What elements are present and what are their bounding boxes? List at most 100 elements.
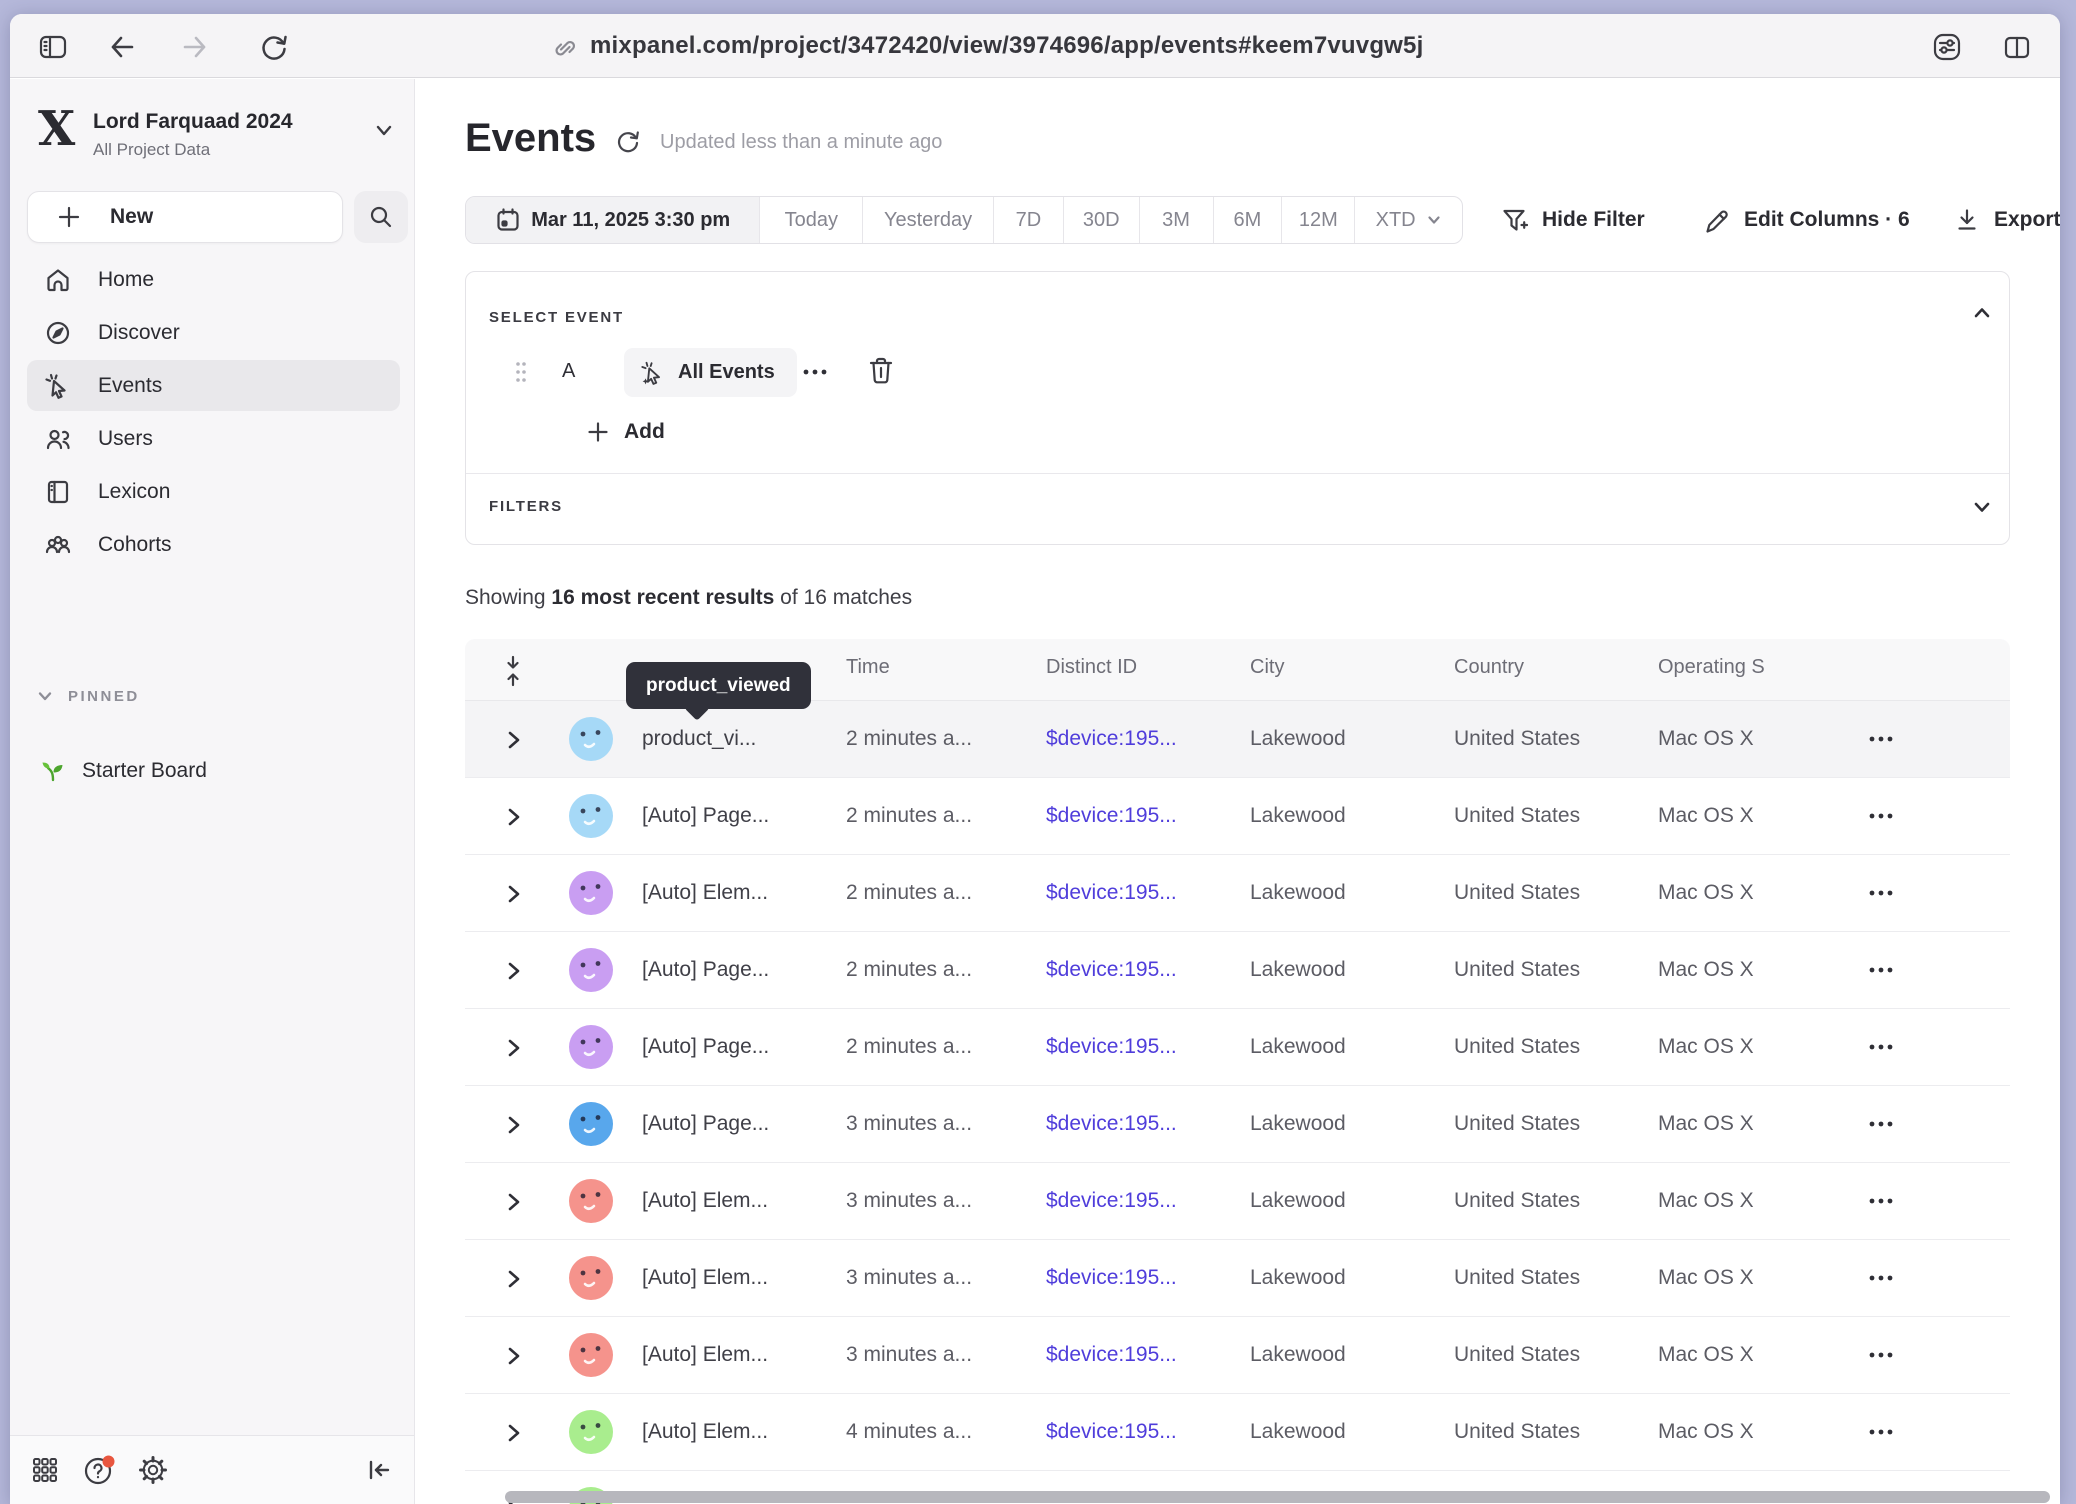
range-today[interactable]: Today: [760, 197, 863, 243]
expand-row-chevron-icon[interactable]: [505, 960, 523, 982]
event-avatar: [569, 717, 613, 761]
column-header-country[interactable]: Country: [1454, 656, 1524, 679]
range-xtd[interactable]: XTD: [1355, 197, 1462, 243]
query-builder-card: SELECT EVENT A All Events Add FILTERS: [465, 271, 2010, 545]
column-header-os[interactable]: Operating S: [1658, 656, 1765, 679]
row-actions-icon[interactable]: [1865, 1037, 1897, 1057]
distinct-id-link[interactable]: $device:195...: [1046, 881, 1177, 905]
horizontal-scrollbar[interactable]: [505, 1491, 2050, 1503]
range-7d[interactable]: 7D: [994, 197, 1064, 243]
expand-row-chevron-icon[interactable]: [505, 883, 523, 905]
row-actions-icon[interactable]: [1865, 729, 1897, 749]
edit-columns-button[interactable]: Edit Columns · 6: [1702, 196, 1910, 244]
table-row[interactable]: [Auto] Page... 3 minutes a... $device:19…: [465, 1086, 2010, 1163]
date-picker-button[interactable]: Mar 11, 2025 3:30 pm: [466, 197, 760, 243]
sidebar-search-button[interactable]: [354, 191, 408, 243]
event-row-more-icon[interactable]: [800, 362, 830, 382]
row-actions-icon[interactable]: [1865, 1191, 1897, 1211]
row-actions-icon[interactable]: [1865, 883, 1897, 903]
forward-icon[interactable]: [178, 30, 212, 64]
sidebar-item-discover[interactable]: Discover: [27, 307, 400, 358]
pinned-section-header[interactable]: PINNED: [36, 687, 140, 705]
url-bar[interactable]: mixpanel.com/project/3472420/view/397469…: [550, 14, 1423, 78]
link-icon: [550, 33, 576, 59]
delete-event-trash-icon[interactable]: [866, 355, 896, 387]
settings-gear-icon[interactable]: [134, 1451, 172, 1489]
distinct-id-link[interactable]: $device:195...: [1046, 1420, 1177, 1444]
row-actions-icon[interactable]: [1865, 1268, 1897, 1288]
range-yesterday[interactable]: Yesterday: [863, 197, 994, 243]
distinct-id-link[interactable]: $device:195...: [1046, 1112, 1177, 1136]
table-row[interactable]: [Auto] Elem... 4 minutes a... $device:19…: [465, 1394, 2010, 1471]
row-actions-icon[interactable]: [1865, 806, 1897, 826]
distinct-id-link[interactable]: $device:195...: [1046, 727, 1177, 751]
back-icon[interactable]: [105, 30, 139, 64]
collapse-section-chevron-up-icon[interactable]: [1971, 302, 1993, 324]
sidebar-item-users[interactable]: Users: [27, 413, 400, 464]
distinct-id-link[interactable]: $device:195...: [1046, 1035, 1177, 1059]
expand-row-chevron-icon[interactable]: [505, 1422, 523, 1444]
range-3m[interactable]: 3M: [1140, 197, 1214, 243]
sidebar-item-lexicon[interactable]: Lexicon: [27, 466, 400, 517]
sidebar-item-events[interactable]: Events: [27, 360, 400, 411]
range-6m[interactable]: 6M: [1214, 197, 1283, 243]
toggle-sidebar-icon[interactable]: [36, 30, 70, 64]
column-header-city[interactable]: City: [1250, 656, 1284, 679]
drag-handle-icon[interactable]: [514, 358, 528, 386]
apps-grid-icon[interactable]: [26, 1451, 64, 1489]
project-chevron-down-icon[interactable]: [373, 119, 395, 141]
table-row[interactable]: [Auto] Elem... 3 minutes a... $device:19…: [465, 1240, 2010, 1317]
expand-row-chevron-icon[interactable]: [505, 729, 523, 751]
refresh-icon[interactable]: [614, 127, 642, 155]
mixpanel-logo: X: [36, 99, 82, 157]
column-header-distinct-id[interactable]: Distinct ID: [1046, 656, 1137, 679]
range-12m[interactable]: 12M: [1282, 197, 1355, 243]
new-button[interactable]: New: [27, 191, 343, 243]
range-30d[interactable]: 30D: [1064, 197, 1140, 243]
help-icon[interactable]: [80, 1451, 118, 1489]
project-name[interactable]: Lord Farquaad 2024: [93, 110, 293, 134]
add-event-button[interactable]: Add: [586, 420, 665, 444]
table-row[interactable]: [Auto] Page... 2 minutes a... $device:19…: [465, 778, 2010, 855]
table-row[interactable]: [Auto] Page... 2 minutes a... $device:19…: [465, 932, 2010, 1009]
distinct-id-link[interactable]: $device:195...: [1046, 804, 1177, 828]
export-label: Export: [1994, 208, 2060, 232]
reload-icon[interactable]: [257, 30, 291, 64]
sidebar-item-home[interactable]: Home: [27, 254, 400, 305]
row-actions-icon[interactable]: [1865, 1114, 1897, 1134]
collapse-rows-icon[interactable]: [503, 655, 523, 687]
expand-row-chevron-icon[interactable]: [505, 1114, 523, 1136]
column-header-time[interactable]: Time: [846, 656, 890, 679]
export-button[interactable]: Export: [1954, 196, 2060, 244]
distinct-id-link[interactable]: $device:195...: [1046, 1189, 1177, 1213]
expand-row-chevron-icon[interactable]: [505, 1191, 523, 1213]
sidebar-item-starter-board[interactable]: Starter Board: [27, 747, 400, 795]
table-row[interactable]: [Auto] Page... 2 minutes a... $device:19…: [465, 1009, 2010, 1086]
distinct-id-link[interactable]: $device:195...: [1046, 958, 1177, 982]
distinct-id-link[interactable]: $device:195...: [1046, 1266, 1177, 1290]
event-name: [Auto] Elem...: [642, 1420, 768, 1444]
distinct-id-link[interactable]: $device:195...: [1046, 1343, 1177, 1367]
expand-row-chevron-icon[interactable]: [505, 1037, 523, 1059]
event-selector-pill[interactable]: All Events: [624, 348, 797, 397]
table-row[interactable]: [Auto] Elem... 3 minutes a... $device:19…: [465, 1317, 2010, 1394]
expand-filters-chevron-down-icon[interactable]: [1971, 496, 1993, 518]
row-actions-icon[interactable]: [1865, 960, 1897, 980]
event-country: United States: [1454, 1035, 1580, 1059]
browser-settings-icon[interactable]: [1930, 30, 1964, 64]
expand-row-chevron-icon[interactable]: [505, 1268, 523, 1290]
hide-filter-button[interactable]: Hide Filter: [1500, 196, 1645, 244]
split-view-icon[interactable]: [2000, 30, 2034, 64]
event-time: 2 minutes a...: [846, 881, 972, 905]
row-actions-icon[interactable]: [1865, 1422, 1897, 1442]
table-row[interactable]: [Auto] Elem... 3 minutes a... $device:19…: [465, 1163, 2010, 1240]
expand-row-chevron-icon[interactable]: [505, 1345, 523, 1367]
row-actions-icon[interactable]: [1865, 1345, 1897, 1365]
event-city: Lakewood: [1250, 1266, 1346, 1290]
plus-icon: [586, 420, 610, 444]
table-row[interactable]: [Auto] Elem... 2 minutes a... $device:19…: [465, 855, 2010, 932]
sidebar-item-cohorts[interactable]: Cohorts: [27, 519, 400, 570]
expand-row-chevron-icon[interactable]: [505, 806, 523, 828]
event-country: United States: [1454, 727, 1580, 751]
collapse-sidebar-icon[interactable]: [360, 1451, 398, 1489]
